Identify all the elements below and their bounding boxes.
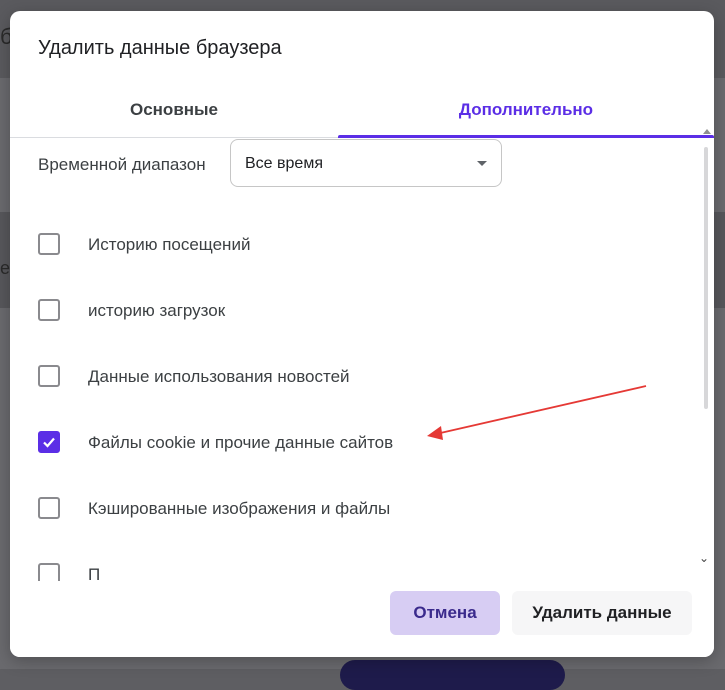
time-range-row: Временной диапазон Все время: [38, 139, 508, 189]
tab-basic[interactable]: Основные: [10, 83, 338, 137]
delete-data-button[interactable]: Удалить данные: [512, 591, 692, 635]
cancel-button[interactable]: Отмена: [390, 591, 500, 635]
background-button: [340, 660, 565, 690]
option-label: историю загрузок: [88, 301, 226, 320]
option-row[interactable]: Файлы cookie и прочие данные сайтов: [38, 427, 638, 457]
time-range-label: Временной диапазон: [38, 155, 206, 174]
option-row[interactable]: Историю посещений: [38, 229, 638, 259]
option-row[interactable]: историю загрузок: [38, 295, 638, 325]
option-label: Файлы cookie и прочие данные сайтов: [88, 433, 394, 452]
background-text-fragment: е: [0, 258, 11, 278]
tab-bar: Основные Дополнительно: [10, 83, 714, 138]
time-range-value: Все время: [245, 155, 323, 172]
option-label: Кэшированные изображения и файлы: [88, 499, 391, 518]
checkmark-icon: [43, 437, 55, 448]
clear-browsing-data-dialog: Удалить данные браузера Основные Дополни…: [10, 11, 714, 657]
checkbox[interactable]: [38, 233, 60, 255]
checkbox[interactable]: [38, 365, 60, 387]
active-tab-indicator: [338, 135, 714, 138]
scrollbar-thumb[interactable]: [704, 147, 708, 409]
tab-advanced[interactable]: Дополнительно: [338, 83, 714, 137]
checkbox[interactable]: [38, 299, 60, 321]
chevron-down-icon[interactable]: ⌄: [699, 551, 709, 565]
time-range-select[interactable]: Все время: [230, 139, 502, 187]
option-row[interactable]: Данные использования новостей: [38, 361, 638, 391]
checkbox-checked[interactable]: [38, 431, 60, 453]
scroll-up-arrow-icon[interactable]: [703, 129, 711, 134]
checkbox[interactable]: [38, 497, 60, 519]
dropdown-arrow-icon: [477, 161, 487, 166]
option-label: Данные использования новостей: [88, 367, 350, 386]
dialog-footer: Отмена Удалить данные: [10, 581, 714, 657]
dialog-title: Удалить данные браузера: [38, 37, 282, 59]
option-row[interactable]: Кэшированные изображения и файлы: [38, 493, 638, 523]
option-label: Историю посещений: [88, 235, 251, 254]
